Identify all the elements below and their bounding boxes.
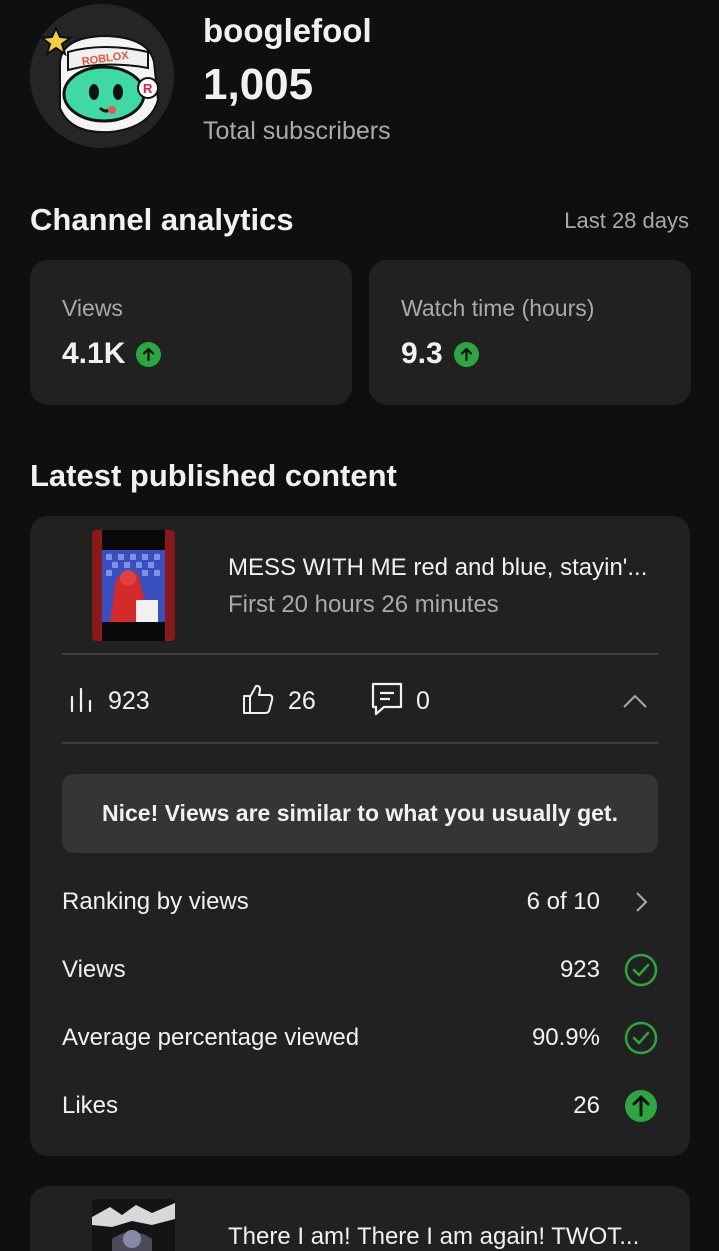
insight-banner: Nice! Views are similar to what you usua… bbox=[62, 774, 658, 853]
chevron-right-icon[interactable] bbox=[624, 885, 658, 919]
views-metric: 923 bbox=[68, 676, 150, 726]
views-stat-value: 4.1K bbox=[62, 337, 126, 370]
second-video-card: There I am! There I am again! TWOT... bbox=[30, 1186, 690, 1251]
views-stat-card[interactable]: Views 4.1K bbox=[30, 260, 352, 405]
avg-percentage-value: 90.9% bbox=[531, 1024, 600, 1051]
divider bbox=[62, 653, 658, 655]
likes-detail-value: 26 bbox=[573, 1092, 600, 1119]
channel-header: ROBLOX R booglefool 1,005 Total subscrib… bbox=[30, 4, 690, 154]
subscriber-label: Total subscribers bbox=[203, 117, 391, 145]
thumbnail-image bbox=[92, 530, 175, 641]
check-circle-icon bbox=[624, 953, 658, 987]
latest-video-card: MESS WITH ME red and blue, stayin'... Fi… bbox=[30, 516, 690, 1156]
video-title[interactable]: There I am! There I am again! TWOT... bbox=[228, 1223, 639, 1251]
views-detail-label: Views bbox=[62, 956, 126, 983]
thumbs-up-icon bbox=[240, 681, 276, 722]
trend-up-icon bbox=[136, 341, 162, 367]
thumbnail-image bbox=[92, 1199, 175, 1251]
check-circle-icon bbox=[624, 1021, 658, 1055]
views-stat-row: 4.1K bbox=[62, 337, 162, 371]
channel-analytics-title: Channel analytics bbox=[30, 202, 294, 237]
bar-chart-icon bbox=[68, 685, 96, 718]
latest-content-title: Latest published content bbox=[30, 458, 397, 493]
divider bbox=[62, 742, 658, 744]
video-thumbnail[interactable] bbox=[92, 530, 175, 641]
collapse-button[interactable] bbox=[620, 686, 650, 716]
views-stat-label: Views bbox=[62, 295, 123, 321]
avg-percentage-label: Average percentage viewed bbox=[62, 1024, 360, 1051]
watch-time-stat-row: 9.3 bbox=[401, 337, 479, 371]
ranking-row[interactable]: Ranking by views 6 of 10 bbox=[62, 882, 658, 922]
views-detail-value: 923 bbox=[559, 956, 600, 983]
views-detail-row: Views 923 bbox=[62, 950, 658, 990]
video-thumbnail[interactable] bbox=[92, 1199, 175, 1251]
analytics-period: Last 28 days bbox=[564, 208, 689, 233]
trend-up-icon bbox=[453, 341, 479, 367]
ranking-label: Ranking by views bbox=[62, 888, 249, 915]
channel-name: booglefool bbox=[203, 12, 372, 49]
ranking-value: 6 of 10 bbox=[526, 888, 600, 915]
watch-time-stat-value: 9.3 bbox=[401, 337, 443, 370]
video-metrics-row: 923 26 0 bbox=[62, 676, 658, 726]
watch-time-stat-label: Watch time (hours) bbox=[401, 295, 595, 321]
views-count: 923 bbox=[108, 686, 150, 715]
avg-percentage-row: Average percentage viewed 90.9% bbox=[62, 1018, 658, 1058]
watch-time-stat-card[interactable]: Watch time (hours) 9.3 bbox=[369, 260, 691, 405]
video-period: First 20 hours 26 minutes bbox=[228, 591, 499, 618]
comment-icon bbox=[370, 681, 404, 722]
up-arrow-circle-icon bbox=[624, 1089, 658, 1123]
insight-text: Nice! Views are similar to what you usua… bbox=[102, 800, 618, 826]
likes-count: 26 bbox=[288, 686, 316, 715]
likes-metric: 26 bbox=[240, 676, 316, 726]
video-title[interactable]: MESS WITH ME red and blue, stayin'... bbox=[228, 554, 647, 582]
likes-detail-row: Likes 26 bbox=[62, 1086, 658, 1126]
svg-text:R: R bbox=[143, 81, 153, 96]
comments-count: 0 bbox=[416, 686, 430, 715]
comments-metric: 0 bbox=[370, 676, 430, 726]
channel-avatar[interactable]: ROBLOX R bbox=[30, 4, 174, 148]
chevron-up-icon bbox=[623, 694, 647, 708]
subscriber-count: 1,005 bbox=[203, 60, 314, 109]
likes-detail-label: Likes bbox=[62, 1092, 119, 1119]
avatar-art-icon: ROBLOX R bbox=[30, 4, 174, 148]
